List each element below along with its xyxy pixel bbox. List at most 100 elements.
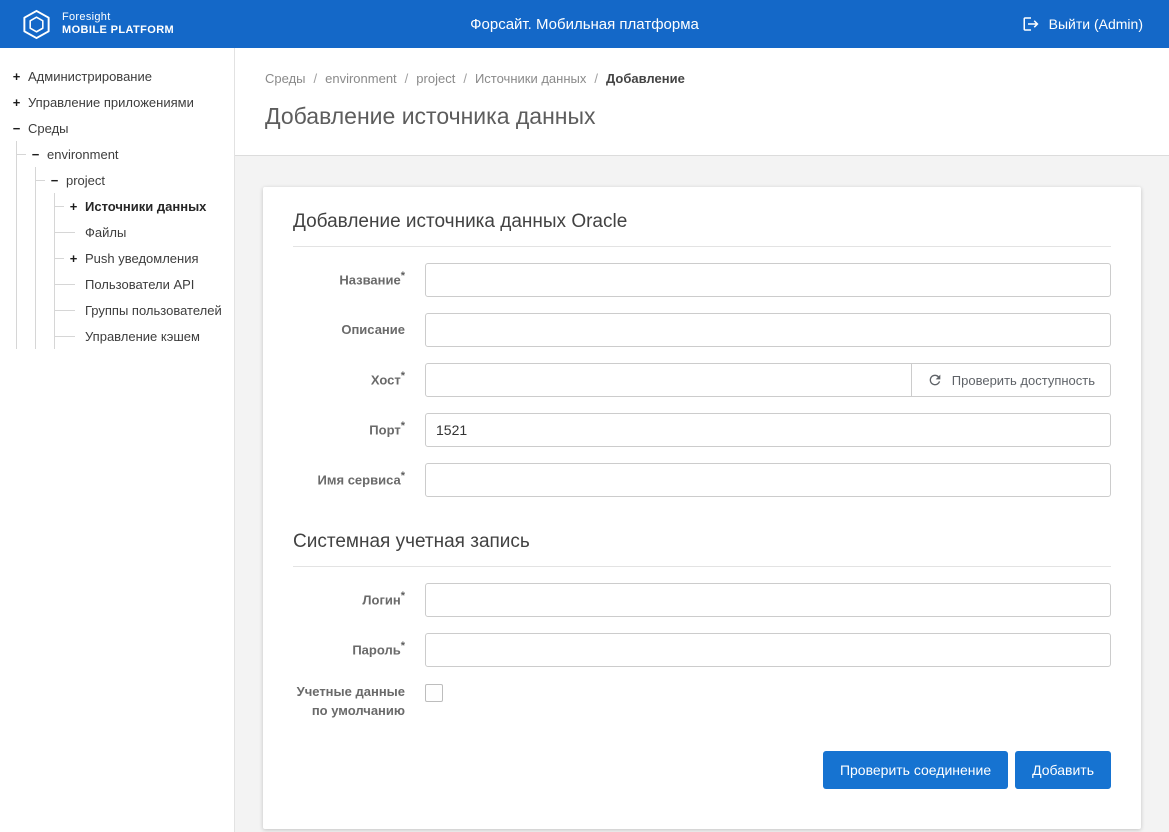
- form-row-name: Название*: [293, 263, 1111, 297]
- app-logo: Foresight MOBILE PLATFORM: [20, 8, 174, 41]
- breadcrumb-separator: /: [314, 71, 318, 86]
- header-bar: Foresight MOBILE PLATFORM Форсайт. Мобил…: [0, 0, 1169, 48]
- tree-connector: [55, 336, 75, 337]
- description-label: Описание: [293, 321, 405, 340]
- tree-connector: [55, 232, 75, 233]
- breadcrumb-item-current: Добавление: [606, 71, 685, 86]
- section-title-account: Системная учетная запись: [293, 531, 1111, 567]
- form-row-service-name: Имя сервиса*: [293, 463, 1111, 497]
- host-input[interactable]: [425, 363, 912, 397]
- section-title-oracle: Добавление источника данных Oracle: [293, 211, 1111, 247]
- sidebar-item-label: Администрирование: [28, 69, 152, 84]
- tree-connector: [55, 310, 75, 311]
- check-availability-button[interactable]: Проверить доступность: [911, 363, 1111, 397]
- logout-label: Выйти (Admin): [1049, 16, 1143, 32]
- logo-text: Foresight MOBILE PLATFORM: [62, 11, 174, 36]
- required-marker: *: [401, 470, 405, 482]
- login-input[interactable]: [425, 583, 1111, 617]
- service-name-label: Имя сервиса*: [293, 469, 405, 490]
- sidebar-item-environments[interactable]: − Среды: [12, 115, 228, 141]
- sidebar-item-label: Пользователи API: [85, 277, 194, 292]
- sidebar: + Администрирование + Управление приложе…: [0, 48, 235, 832]
- sidebar-item-label: Управление кэшем: [85, 329, 200, 344]
- refresh-icon: [927, 372, 943, 388]
- test-connection-button[interactable]: Проверить соединение: [823, 751, 1008, 789]
- default-credentials-checkbox[interactable]: [425, 684, 443, 702]
- name-input[interactable]: [425, 263, 1111, 297]
- expand-icon[interactable]: +: [69, 200, 78, 213]
- password-input[interactable]: [425, 633, 1111, 667]
- sidebar-item-label: Файлы: [85, 225, 126, 240]
- logout-button[interactable]: Выйти (Admin): [1016, 14, 1149, 34]
- logo-icon: [20, 8, 53, 41]
- expand-icon[interactable]: +: [69, 252, 78, 265]
- add-button[interactable]: Добавить: [1015, 751, 1111, 789]
- sidebar-item-push-notifications[interactable]: + Push уведомления: [55, 245, 228, 271]
- expand-icon[interactable]: +: [12, 96, 21, 109]
- breadcrumb-item-project[interactable]: project: [416, 71, 455, 86]
- form-actions: Проверить соединение Добавить: [293, 751, 1111, 789]
- sidebar-item-label: Push уведомления: [85, 251, 199, 266]
- collapse-icon[interactable]: −: [50, 174, 59, 187]
- collapse-icon[interactable]: −: [12, 122, 21, 135]
- form-card: Добавление источника данных Oracle Назва…: [263, 187, 1141, 829]
- sidebar-item-label: Источники данных: [85, 199, 206, 214]
- main-area: Среды / environment / project / Источник…: [235, 48, 1169, 832]
- breadcrumb-item-environments[interactable]: Среды: [265, 71, 306, 86]
- sidebar-item-files[interactable]: Файлы: [55, 219, 228, 245]
- form-row-default-credentials: Учетные данные по умолчанию: [293, 683, 1111, 721]
- default-credentials-label: Учетные данные по умолчанию: [293, 683, 405, 721]
- main-body: Добавление источника данных Oracle Назва…: [235, 156, 1169, 832]
- sidebar-item-app-management[interactable]: + Управление приложениями: [12, 89, 228, 115]
- sidebar-item-label: Управление приложениями: [28, 95, 194, 110]
- tree-connector: [55, 206, 64, 207]
- breadcrumb-item-environment[interactable]: environment: [325, 71, 397, 86]
- description-input[interactable]: [425, 313, 1111, 347]
- port-input[interactable]: [425, 413, 1111, 447]
- password-label: Пароль*: [293, 639, 405, 660]
- app-title: Форсайт. Мобильная платформа: [470, 16, 699, 33]
- tree-connector: [55, 284, 75, 285]
- app-window: Foresight MOBILE PLATFORM Форсайт. Мобил…: [0, 0, 1169, 832]
- name-label: Название*: [293, 269, 405, 290]
- sidebar-item-label: project: [66, 173, 105, 188]
- logo-brand: Foresight: [62, 11, 174, 24]
- sidebar-item-user-groups[interactable]: Группы пользователей: [55, 297, 228, 323]
- required-marker: *: [401, 420, 405, 432]
- sidebar-item-api-users[interactable]: Пользователи API: [55, 271, 228, 297]
- form-row-port: Порт*: [293, 413, 1111, 447]
- form-row-host: Хост* Проверить доступность: [293, 363, 1111, 397]
- form-row-login: Логин*: [293, 583, 1111, 617]
- breadcrumb: Среды / environment / project / Источник…: [265, 71, 1139, 86]
- form-row-description: Описание: [293, 313, 1111, 347]
- sidebar-item-label: environment: [47, 147, 119, 162]
- host-label: Хост*: [293, 369, 405, 390]
- check-availability-label: Проверить доступность: [952, 373, 1095, 388]
- sidebar-item-cache-management[interactable]: Управление кэшем: [55, 323, 228, 349]
- breadcrumb-separator: /: [594, 71, 598, 86]
- sidebar-item-project[interactable]: − project: [36, 167, 228, 193]
- sidebar-item-label: Среды: [28, 121, 69, 136]
- breadcrumb-item-data-sources[interactable]: Источники данных: [475, 71, 586, 86]
- sidebar-item-label: Группы пользователей: [85, 303, 222, 318]
- collapse-icon[interactable]: −: [31, 148, 40, 161]
- required-marker: *: [401, 640, 405, 652]
- breadcrumb-separator: /: [405, 71, 409, 86]
- tree-connector: [36, 180, 45, 181]
- sidebar-item-administration[interactable]: + Администрирование: [12, 63, 228, 89]
- expand-icon[interactable]: +: [12, 70, 21, 83]
- required-marker: *: [401, 270, 405, 282]
- breadcrumb-separator: /: [463, 71, 467, 86]
- sidebar-item-data-sources[interactable]: + Источники данных: [55, 193, 228, 219]
- sidebar-item-environment[interactable]: − environment: [17, 141, 228, 167]
- tree-connector: [17, 154, 26, 155]
- service-name-input[interactable]: [425, 463, 1111, 497]
- page-title: Добавление источника данных: [265, 103, 1139, 155]
- required-marker: *: [401, 590, 405, 602]
- form-row-password: Пароль*: [293, 633, 1111, 667]
- logout-icon: [1022, 15, 1040, 33]
- tree-connector: [55, 258, 64, 259]
- login-label: Логин*: [293, 589, 405, 610]
- page-header: Среды / environment / project / Источник…: [235, 48, 1169, 156]
- port-label: Порт*: [293, 419, 405, 440]
